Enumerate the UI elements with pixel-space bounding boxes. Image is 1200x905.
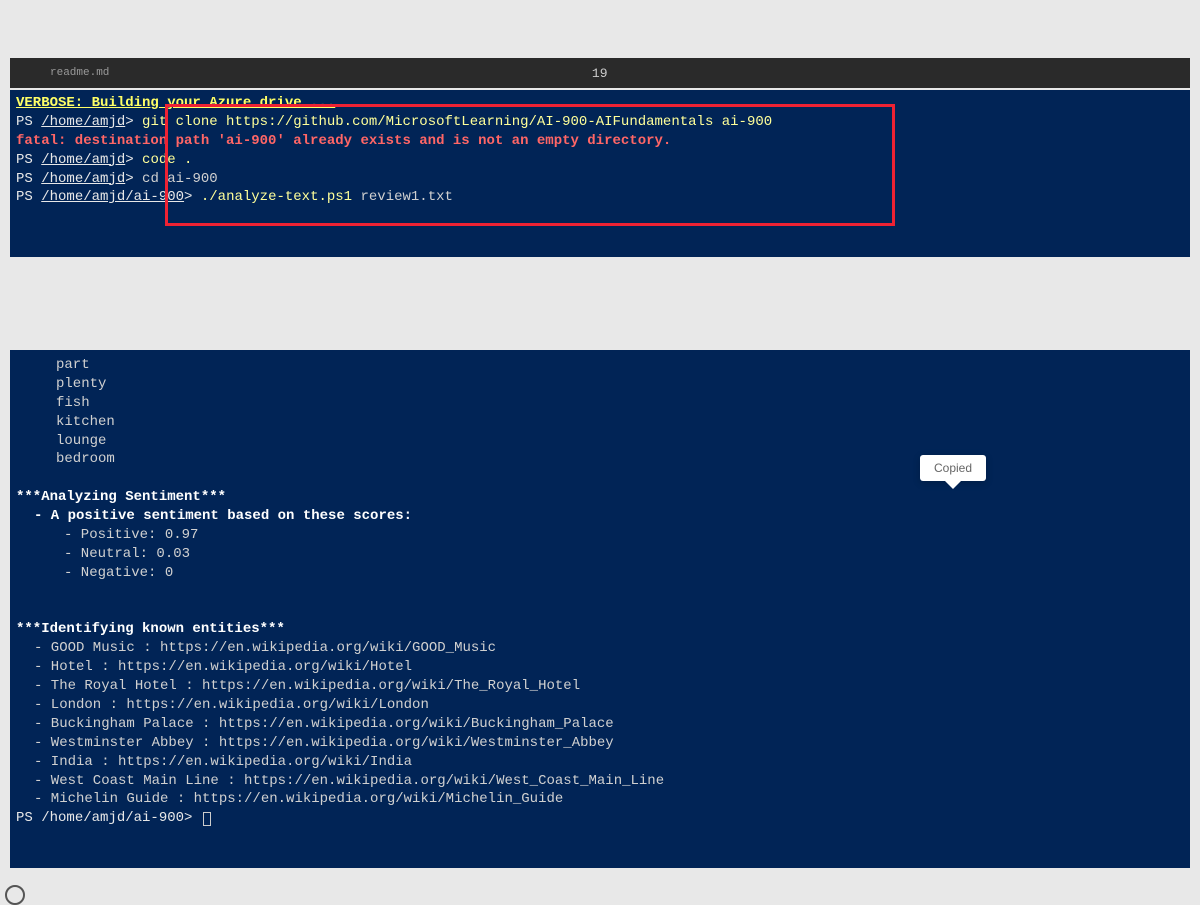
entity-item: - The Royal Hotel : https://en.wikipedia… [16,677,1184,696]
keyword-output: part plenty fish kitchen lounge bedroom [16,356,1184,469]
magnifier-icon [5,885,25,905]
entity-item: - India : https://en.wikipedia.org/wiki/… [16,753,1184,772]
cmd-line-3: PS /home/amjd> code . [16,151,1184,170]
terminal-output-bottom[interactable]: part plenty fish kitchen lounge bedroom … [10,350,1190,868]
verbose-line: VERBOSE: Building your Azure drive ... [16,95,335,111]
entity-item: - Michelin Guide : https://en.wikipedia.… [16,790,1184,809]
tab-filename[interactable]: readme.md [10,67,109,79]
cursor-icon [203,812,211,826]
cmd-line-4: PS /home/amjd> cd ai-900 [16,170,1184,189]
error-line: fatal: destination path 'ai-900' already… [16,133,671,149]
entity-item: - London : https://en.wikipedia.org/wiki… [16,696,1184,715]
cmd-line-5: PS /home/amjd/ai-900> ./analyze-text.ps1… [16,188,1184,207]
entity-item: - West Coast Main Line : https://en.wiki… [16,772,1184,791]
entities-header: ***Identifying known entities*** [16,620,1184,639]
editor-tab-bar: readme.md 19 [10,58,1190,88]
score-neutral: - Neutral: 0.03 [16,545,1184,564]
tab-number: 19 [109,66,1190,81]
score-negative: - Negative: 0 [16,564,1184,583]
entity-item: - Hotel : https://en.wikipedia.org/wiki/… [16,658,1184,677]
copied-tooltip: Copied [920,455,986,481]
entity-item: - GOOD Music : https://en.wikipedia.org/… [16,639,1184,658]
terminal-output-top[interactable]: VERBOSE: Building your Azure drive ... P… [10,90,1190,257]
entity-item: - Westminster Abbey : https://en.wikiped… [16,734,1184,753]
score-positive: - Positive: 0.97 [16,526,1184,545]
sentiment-header: ***Analyzing Sentiment*** [16,488,1184,507]
entity-item: - Buckingham Palace : https://en.wikiped… [16,715,1184,734]
cmd-line-1: PS /home/amjd> git clone https://github.… [16,113,1184,132]
prompt-line[interactable]: PS /home/amjd/ai-900> [16,809,1184,828]
sentiment-summary: - A positive sentiment based on these sc… [16,507,1184,526]
